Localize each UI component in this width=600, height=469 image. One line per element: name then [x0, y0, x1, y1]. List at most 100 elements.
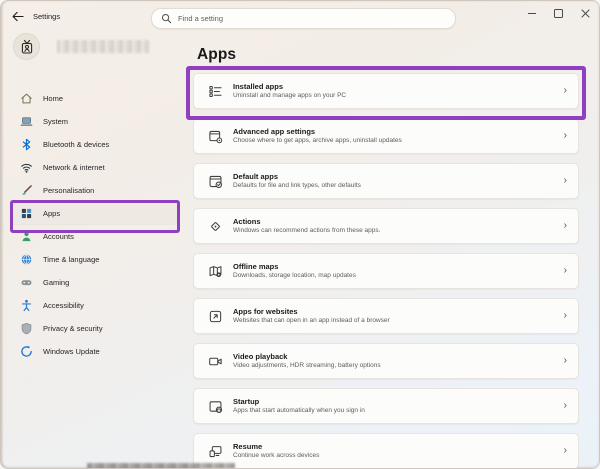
back-arrow-icon — [11, 10, 24, 23]
back-button[interactable] — [10, 9, 25, 24]
setting-description: Windows can recommend actions from these… — [233, 227, 564, 235]
sidebar-item-label: Privacy & security — [43, 324, 103, 333]
chevron-right-icon: › — [564, 356, 567, 366]
setting-row-apps-for-websites[interactable]: Apps for websites Websites that can open… — [193, 298, 579, 334]
setting-row-advanced-app-settings[interactable]: Advanced app settings Choose where to ge… — [193, 118, 579, 154]
sidebar-item-privacy-security[interactable]: Privacy & security — [11, 317, 177, 339]
sidebar-item-label: Home — [43, 94, 63, 103]
setting-title: Startup — [233, 397, 564, 406]
setting-title: Resume — [233, 442, 564, 451]
setting-row-installed-apps[interactable]: Installed apps Uninstall and manage apps… — [193, 73, 579, 109]
search-icon — [152, 13, 178, 24]
setting-title: Installed apps — [233, 82, 564, 91]
chevron-right-icon: › — [564, 266, 567, 276]
settings-window: Settings Home — [0, 0, 600, 469]
chevron-right-icon: › — [564, 311, 567, 321]
accessibility-icon — [20, 299, 33, 312]
chevron-right-icon: › — [564, 176, 567, 186]
setting-row-actions[interactable]: Actions Windows can recommend actions fr… — [193, 208, 579, 244]
setting-row-offline-maps[interactable]: Offline maps Downloads, storage location… — [193, 253, 579, 289]
sidebar-item-personalisation[interactable]: Personalisation — [11, 179, 177, 201]
setting-title: Advanced app settings — [233, 127, 564, 136]
network-icon — [20, 161, 33, 174]
sidebar-item-label: Apps — [43, 209, 60, 218]
setting-description: Defaults for file and link types, other … — [233, 182, 564, 190]
system-icon — [20, 115, 33, 128]
accounts-icon — [20, 230, 33, 243]
apps-icon — [20, 207, 33, 220]
maximize-icon — [554, 9, 563, 18]
sidebar-item-gaming[interactable]: Gaming — [11, 271, 177, 293]
time-language-icon — [20, 253, 33, 266]
sidebar-item-home[interactable]: Home — [11, 87, 177, 109]
setting-description: Downloads, storage location, map updates — [233, 272, 564, 280]
sidebar-item-accounts[interactable]: Accounts — [11, 225, 177, 247]
setting-description: Choose where to get apps, archive apps, … — [233, 137, 564, 145]
sidebar-item-system[interactable]: System — [11, 110, 177, 132]
offline-maps-icon — [207, 264, 223, 279]
minimize-button[interactable] — [518, 1, 545, 25]
maximize-button[interactable] — [545, 1, 572, 25]
sidebar-item-label: Time & language — [43, 255, 99, 264]
setting-row-startup[interactable]: Startup Apps that start automatically wh… — [193, 388, 579, 424]
setting-description: Uninstall and manage apps on your PC — [233, 92, 564, 100]
sidebar-nav: Home System Bluetooth & devices Network … — [11, 87, 177, 362]
actions-icon — [207, 219, 223, 234]
home-icon — [20, 92, 33, 105]
blurred-watermark-text — [87, 463, 235, 469]
page-title: Apps — [197, 46, 236, 64]
chevron-right-icon: › — [564, 86, 567, 96]
personalisation-icon — [20, 184, 33, 197]
chevron-right-icon: › — [564, 446, 567, 456]
setting-row-resume[interactable]: Resume Continue work across devices › — [193, 433, 579, 469]
user-profile[interactable] — [13, 33, 149, 60]
search-input[interactable] — [178, 9, 455, 28]
titlebar: Settings — [1, 1, 599, 31]
sidebar-item-bluetooth-devices[interactable]: Bluetooth & devices — [11, 133, 177, 155]
sidebar-item-label: Gaming — [43, 278, 69, 287]
sidebar-item-label: System — [43, 117, 68, 126]
gaming-icon — [20, 276, 33, 289]
search-box[interactable] — [151, 8, 456, 29]
sidebar-item-time-language[interactable]: Time & language — [11, 248, 177, 270]
sidebar-item-apps[interactable]: Apps — [11, 202, 177, 224]
setting-description: Video adjustments, HDR streaming, batter… — [233, 362, 564, 370]
setting-row-video-playback[interactable]: Video playback Video adjustments, HDR st… — [193, 343, 579, 379]
window-controls — [518, 1, 599, 31]
setting-title: Apps for websites — [233, 307, 564, 316]
setting-row-default-apps[interactable]: Default apps Defaults for file and link … — [193, 163, 579, 199]
close-icon — [581, 9, 590, 18]
close-button[interactable] — [572, 1, 599, 25]
installed-apps-icon — [207, 84, 223, 99]
sidebar-item-label: Network & internet — [43, 163, 105, 172]
apps-for-websites-icon — [207, 309, 223, 324]
resume-icon — [207, 444, 223, 459]
video-playback-icon — [207, 354, 223, 369]
setting-description: Websites that can open in an app instead… — [233, 317, 564, 325]
chevron-right-icon: › — [564, 221, 567, 231]
setting-description: Apps that start automatically when you s… — [233, 407, 564, 415]
setting-title: Video playback — [233, 352, 564, 361]
user-name-blurred — [57, 40, 149, 53]
sidebar-item-windows-update[interactable]: Windows Update — [11, 340, 177, 362]
setting-description: Continue work across devices — [233, 452, 564, 460]
settings-list: Installed apps Uninstall and manage apps… — [193, 73, 579, 469]
chevron-right-icon: › — [564, 131, 567, 141]
profile-badge-icon — [19, 39, 35, 55]
sidebar-item-label: Accessibility — [43, 301, 84, 310]
sidebar-item-network-internet[interactable]: Network & internet — [11, 156, 177, 178]
sidebar-item-label: Bluetooth & devices — [43, 140, 109, 149]
setting-title: Default apps — [233, 172, 564, 181]
avatar — [13, 33, 40, 60]
sidebar-item-accessibility[interactable]: Accessibility — [11, 294, 177, 316]
startup-icon — [207, 399, 223, 414]
chevron-right-icon: › — [564, 401, 567, 411]
advanced-app-settings-icon — [207, 129, 223, 144]
setting-title: Offline maps — [233, 262, 564, 271]
sidebar-item-label: Accounts — [43, 232, 74, 241]
app-title: Settings — [33, 10, 60, 23]
privacy-security-icon — [20, 322, 33, 335]
minimize-icon — [528, 13, 536, 14]
bluetooth-icon — [20, 138, 33, 151]
default-apps-icon — [207, 174, 223, 189]
